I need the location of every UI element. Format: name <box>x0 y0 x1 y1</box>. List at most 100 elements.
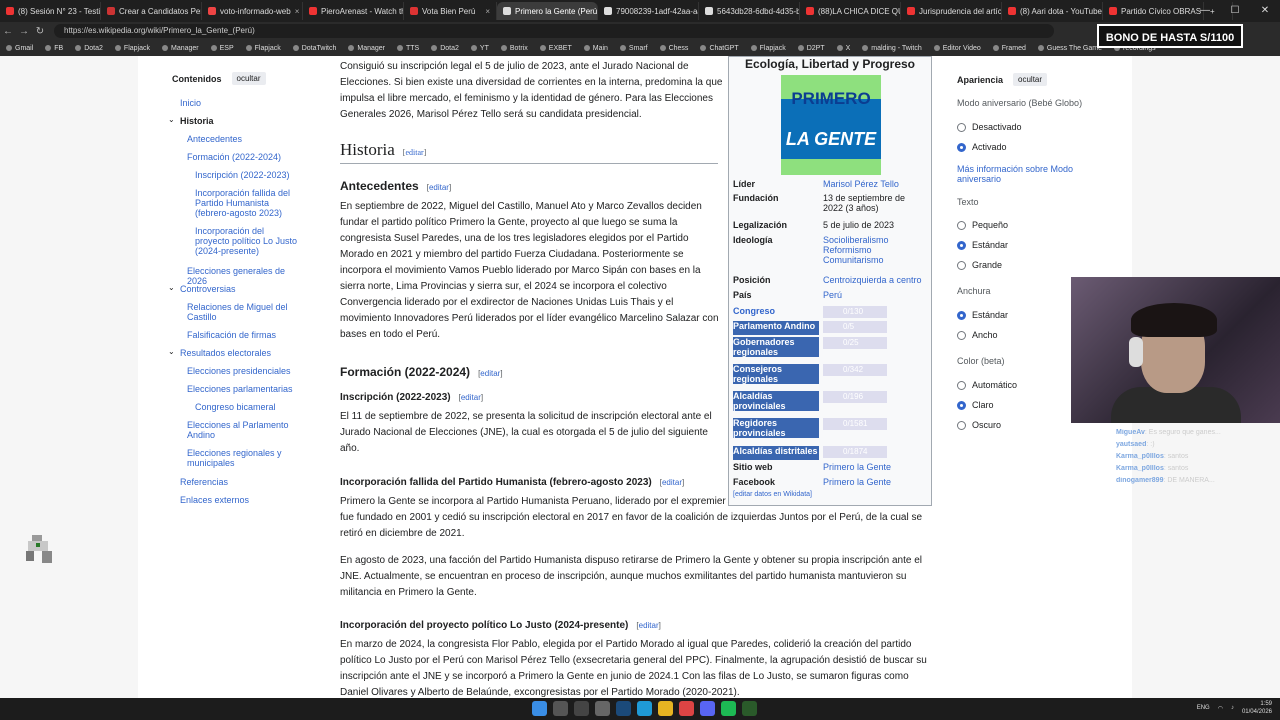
bookmark-item[interactable]: Smarf <box>614 45 654 52</box>
edit-link[interactable]: editar <box>405 148 423 157</box>
toc-item[interactable]: Controversias <box>180 284 300 294</box>
toc-item[interactable]: Historia <box>180 116 300 126</box>
edit-link[interactable]: editar <box>639 621 659 630</box>
browser-tab[interactable]: Crear a Candidatos Per...× <box>101 2 202 20</box>
radio-button-icon[interactable] <box>957 310 966 320</box>
browser-tab[interactable]: Vota Bien Perú × <box>404 2 497 20</box>
toc-item[interactable]: Elecciones presidenciales <box>187 366 300 376</box>
seat-label[interactable]: Regidores provinciales <box>733 418 819 438</box>
toc-item[interactable]: Elecciones parlamentarias <box>187 384 300 394</box>
reload-icon[interactable]: ↻ <box>32 26 48 37</box>
browser-tab[interactable]: Primero la Gente (Perú)× <box>497 2 598 20</box>
bookmark-item[interactable]: DotaTwitch <box>287 45 343 52</box>
radio-option[interactable]: Activado <box>957 142 1007 152</box>
bookmark-item[interactable]: Manager <box>156 45 205 52</box>
wifi-icon[interactable]: ◠ <box>1218 705 1223 712</box>
seat-label[interactable]: Alcaldías provinciales <box>733 391 819 411</box>
browser-tab[interactable]: (8) Aari dota - YouTube× <box>1002 2 1103 20</box>
toc-item[interactable]: Antecedentes <box>187 134 300 144</box>
toc-item[interactable]: Formación (2022-2024) <box>187 152 300 162</box>
radio-option[interactable]: Ancho <box>957 330 998 340</box>
tab-close-icon[interactable]: × <box>485 7 490 16</box>
bookmark-item[interactable]: Editor Video <box>928 45 987 52</box>
minimize-icon[interactable]: — <box>1190 0 1220 22</box>
bookmark-item[interactable]: ChatGPT <box>694 45 744 52</box>
seat-label[interactable]: Consejeros regionales <box>733 364 819 384</box>
url-field[interactable]: https://es.wikipedia.org/wiki/Primero_la… <box>54 24 1054 38</box>
bookmark-item[interactable]: Main <box>578 45 614 52</box>
bookmark-item[interactable]: Chess <box>654 45 695 52</box>
radio-button-icon[interactable] <box>957 122 966 132</box>
seat-label[interactable]: Parlamento Andino <box>733 321 819 335</box>
back-icon[interactable]: ← <box>0 26 16 37</box>
browser-tab[interactable]: voto-informado-web × <box>202 2 303 20</box>
radio-option[interactable]: Automático <box>957 380 1017 390</box>
radio-button-icon[interactable] <box>957 240 966 250</box>
browser-tab[interactable]: Partido Cívico OBRAS - V...× <box>1103 2 1204 20</box>
toc-hide-button[interactable]: ocultar <box>231 72 266 85</box>
bookmark-item[interactable]: Gmail <box>0 45 39 52</box>
toc-item[interactable]: Elecciones regionales y municipales <box>187 448 300 468</box>
clock[interactable]: 1:59 01/04/2026 <box>1242 700 1272 716</box>
edit-link[interactable]: editar <box>429 183 449 192</box>
bookmark-item[interactable]: Flapjack <box>240 45 287 52</box>
bookmark-item[interactable]: Manager <box>342 45 391 52</box>
radio-button-icon[interactable] <box>957 220 966 230</box>
radio-button-icon[interactable] <box>957 260 966 270</box>
browser-tab[interactable]: (88)LA CHICA DICE QUE...× <box>800 2 901 20</box>
tab-close-icon[interactable]: × <box>295 7 300 16</box>
infobox-value[interactable]: Perú <box>823 290 927 300</box>
toc-item[interactable]: Falsificación de firmas <box>187 330 300 340</box>
volume-icon[interactable]: ♪ <box>1231 705 1234 711</box>
radio-button-icon[interactable] <box>957 330 966 340</box>
browser-tab[interactable]: PieroArenast - Watch the...× <box>303 2 404 20</box>
search-icon[interactable] <box>553 701 568 716</box>
bookmark-item[interactable]: Flapjack <box>109 45 156 52</box>
browser-tab[interactable]: 5643db28-6dbd-4d35-b...× <box>699 2 800 20</box>
infobox-value[interactable]: Centroizquierda a centro <box>823 275 927 285</box>
toc-item[interactable]: Resultados electorales <box>180 348 300 358</box>
infobox-value[interactable]: Marisol Pérez Tello <box>823 179 927 189</box>
chevron-down-icon[interactable]: ⌄ <box>168 115 175 124</box>
radio-button-icon[interactable] <box>957 380 966 390</box>
bookmark-item[interactable]: YT <box>465 45 495 52</box>
folder-icon[interactable] <box>658 701 673 716</box>
forward-icon[interactable]: → <box>16 26 32 37</box>
radio-button-icon[interactable] <box>957 420 966 430</box>
browser-tab[interactable]: 79008239-1adf-42aa-aa6...× <box>598 2 699 20</box>
radio-option[interactable]: Grande <box>957 260 1002 270</box>
toc-item[interactable]: Elecciones al Parlamento Andino <box>187 420 300 440</box>
bookmark-item[interactable]: TTS <box>391 45 425 52</box>
browser-tab[interactable]: Jurisprudencia del artícul...× <box>901 2 1002 20</box>
external-link[interactable]: Primero la Gente <box>823 477 927 487</box>
seat-label[interactable]: Alcaldías distritales <box>733 446 819 460</box>
toc-item[interactable]: Incorporación fallida del Partido Humani… <box>195 188 300 218</box>
radio-button-icon[interactable] <box>957 142 966 152</box>
radio-option[interactable]: Oscuro <box>957 420 1001 430</box>
radio-option[interactable]: Estándar <box>957 310 1008 320</box>
edit-wikidata-link[interactable]: [editar datos en Wikidata] <box>733 491 812 498</box>
bookmark-item[interactable]: Dota2 <box>425 45 465 52</box>
toc-item[interactable]: Incorporación del proyecto político Lo J… <box>195 226 300 256</box>
infobox-value[interactable]: Socioliberalismo Reformismo Comunitarism… <box>823 235 927 265</box>
maximize-icon[interactable]: ☐ <box>1220 0 1250 22</box>
bookmark-item[interactable]: Botrix <box>495 45 534 52</box>
toc-item[interactable]: Relaciones de Miguel del Castillo <box>187 302 300 322</box>
bookmark-item[interactable]: Dota2 <box>69 45 109 52</box>
edit-link[interactable]: editar <box>662 478 682 487</box>
task-view-icon[interactable] <box>574 701 589 716</box>
edge-icon[interactable] <box>637 701 652 716</box>
app-icon[interactable] <box>595 701 610 716</box>
windows-start-icon[interactable] <box>532 701 547 716</box>
external-link[interactable]: Primero la Gente <box>823 462 927 472</box>
bookmark-item[interactable]: Flapjack <box>745 45 792 52</box>
bookmark-item[interactable]: FB <box>39 45 69 52</box>
browser-tab[interactable]: (8) Sesión N° 23 - Testim...× <box>0 2 101 20</box>
toc-item[interactable]: Enlaces externos <box>180 495 300 505</box>
radio-option[interactable]: Desactivado <box>957 122 1022 132</box>
toc-item[interactable]: Congreso bicameral <box>195 402 300 412</box>
chevron-down-icon[interactable]: ⌄ <box>168 347 175 356</box>
steam-icon[interactable] <box>616 701 631 716</box>
radio-option[interactable]: Pequeño <box>957 220 1008 230</box>
discord-icon[interactable] <box>700 701 715 716</box>
